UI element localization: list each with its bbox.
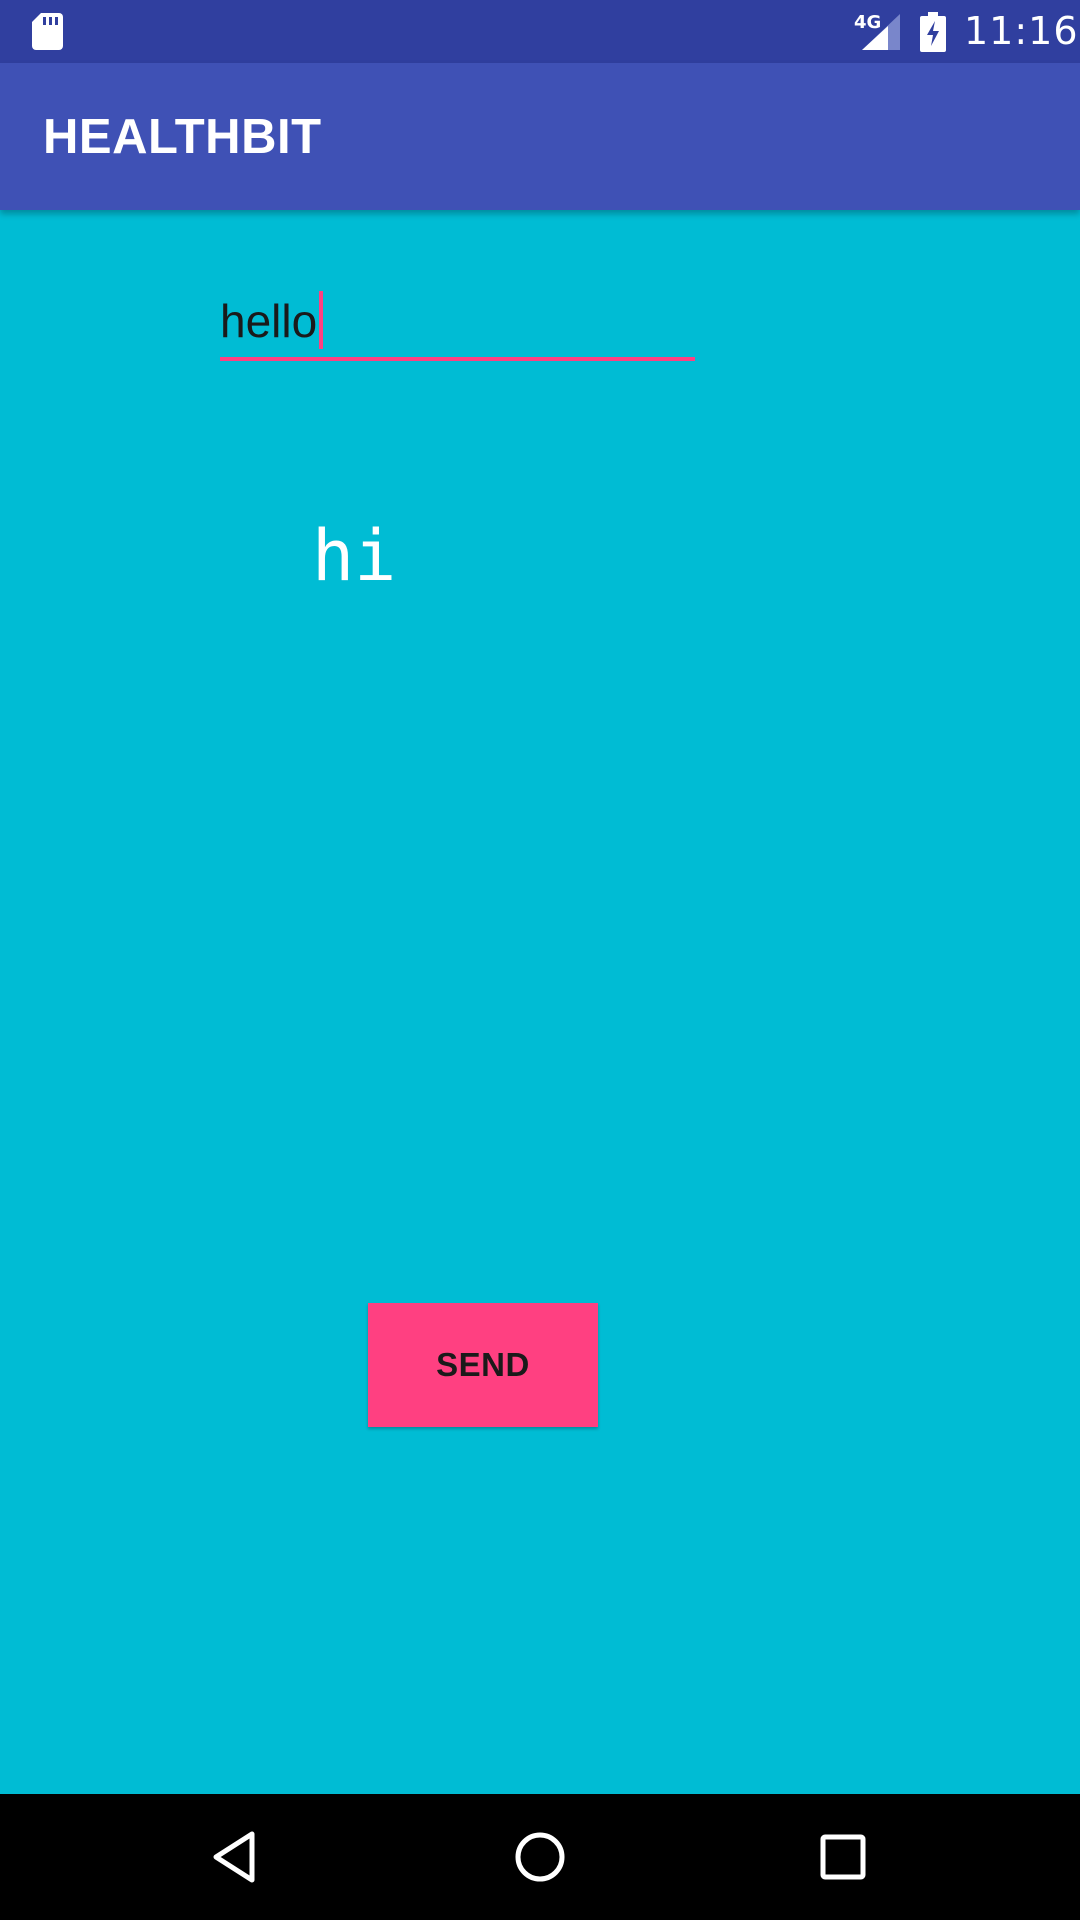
send-button[interactable]: SEND bbox=[368, 1303, 598, 1427]
sd-card-icon bbox=[32, 13, 63, 50]
reply-text: hi bbox=[312, 515, 397, 597]
recents-icon[interactable] bbox=[808, 1822, 878, 1892]
status-clock: 11:16 bbox=[964, 9, 1079, 53]
text-cursor bbox=[319, 291, 323, 349]
app-title: HEALTHBIT bbox=[43, 110, 322, 164]
navigation-bar bbox=[0, 1794, 1080, 1920]
signal-icon bbox=[862, 14, 900, 50]
message-input[interactable] bbox=[220, 285, 695, 357]
battery-charging-icon bbox=[920, 12, 946, 52]
home-icon[interactable] bbox=[505, 1822, 575, 1892]
input-underline bbox=[220, 357, 695, 361]
back-icon[interactable] bbox=[202, 1822, 272, 1892]
status-bar: 4G 11:16 bbox=[0, 0, 1080, 63]
message-field[interactable] bbox=[220, 285, 695, 363]
app-bar: HEALTHBIT bbox=[0, 63, 1080, 210]
